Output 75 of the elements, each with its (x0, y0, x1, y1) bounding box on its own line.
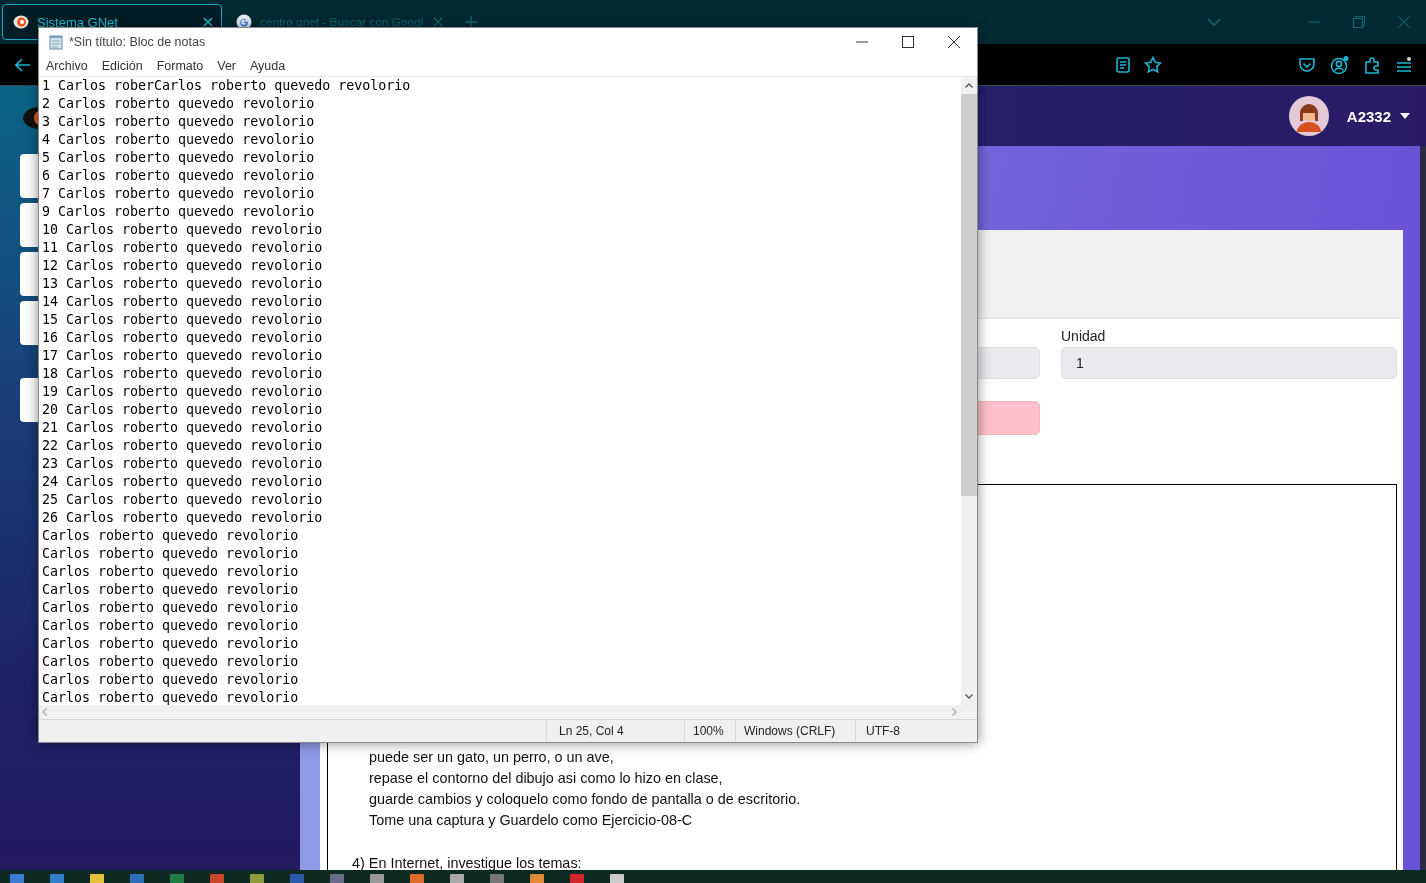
chevron-down-icon[interactable] (1207, 18, 1221, 26)
text-line: 22 Carlos roberto quevedo revolorio (42, 437, 324, 456)
instruction-text: repase el contorno del dibujo asi como lo hizo en clase, (368, 769, 724, 788)
text-line: 5 Carlos roberto quevedo revolorio (42, 149, 316, 168)
scroll-right-icon[interactable] (952, 708, 957, 716)
text-line: 1 Carlos roberCarlos roberto quevedo revolorio (42, 77, 412, 96)
text-line: 12 Carlos roberto quevedo revolorio (42, 257, 324, 276)
text-line: 2 Carlos roberto quevedo revolorio (42, 95, 316, 114)
text-line: Carlos roberto quevedo revolorio (42, 635, 300, 654)
text-line: 19 Carlos roberto quevedo revolorio (42, 383, 324, 402)
text-line: 9 Carlos roberto quevedo revolorio (42, 203, 316, 222)
input-field[interactable]: 1 (1061, 347, 1397, 379)
pocket-icon[interactable] (1298, 56, 1316, 73)
scroll-up-icon[interactable] (965, 83, 973, 89)
text-line: Carlos roberto quevedo revolorio (42, 653, 300, 672)
user-menu[interactable]: A2332 (1346, 107, 1391, 125)
scrollbar[interactable] (1420, 146, 1426, 870)
scrollbar[interactable] (39, 705, 977, 719)
text-line: 7 Carlos roberto quevedo revolorio (42, 185, 316, 204)
text-line: 6 Carlos roberto quevedo revolorio (42, 167, 316, 186)
menu-item[interactable]: Ver (217, 58, 236, 73)
text-line: 21 Carlos roberto quevedo revolorio (42, 419, 324, 438)
close-icon[interactable] (203, 17, 213, 27)
text-line: 15 Carlos roberto quevedo revolorio (42, 311, 324, 330)
close-icon[interactable] (948, 35, 960, 48)
back-arrow-icon[interactable] (15, 57, 31, 72)
puzzle-icon[interactable] (1364, 55, 1382, 74)
text-line: Carlos roberto quevedo revolorio (42, 581, 300, 600)
text-line: 11 Carlos roberto quevedo revolorio (42, 239, 324, 258)
scrollbar[interactable] (961, 77, 977, 706)
scroll-down-icon[interactable] (965, 694, 973, 700)
text-line: Carlos roberto quevedo revolorio (42, 617, 300, 636)
status-text: Ln 25, Col 4 (547, 719, 685, 742)
text-line: Carlos roberto quevedo revolorio (42, 527, 300, 546)
avatar-icon[interactable] (1288, 96, 1329, 136)
text-line: Carlos roberto quevedo revolorio (42, 671, 300, 690)
menu-item[interactable]: Ayuda (250, 58, 286, 73)
maximize-icon[interactable] (902, 35, 914, 48)
text-line: 17 Carlos roberto quevedo revolorio (42, 347, 324, 366)
status-text: Windows (CRLF) (736, 719, 856, 742)
text-line: 14 Carlos roberto quevedo revolorio (42, 293, 324, 312)
text-line: 16 Carlos roberto quevedo revolorio (42, 329, 324, 348)
instruction-text: Tome una captura y Guardelo como Ejercicio-08-C (368, 811, 694, 830)
restore-icon[interactable] (1353, 16, 1365, 28)
reader-view-icon[interactable] (1116, 56, 1130, 73)
text-line: 10 Carlos roberto quevedo revolorio (42, 221, 324, 240)
caret-icon[interactable] (1400, 113, 1410, 119)
scroll-left-icon[interactable] (42, 708, 47, 716)
menu-item[interactable]: Formato (156, 58, 204, 73)
text-line: 26 Carlos roberto quevedo revolorio (42, 509, 324, 528)
star-icon[interactable] (1144, 55, 1162, 74)
text-line: 23 Carlos roberto quevedo revolorio (42, 455, 324, 474)
status-text: UTF-8 (865, 722, 901, 740)
new-tab-icon[interactable] (465, 16, 477, 28)
text-line: 20 Carlos roberto quevedo revolorio (42, 401, 324, 420)
text-line: 18 Carlos roberto quevedo revolorio (42, 365, 324, 384)
text-line: Carlos roberto quevedo revolorio (42, 599, 300, 618)
text-line: 13 Carlos roberto quevedo revolorio (42, 275, 324, 294)
text-line: Carlos roberto quevedo revolorio (42, 545, 300, 564)
notepad-icon (48, 33, 64, 50)
logo-icon (13, 14, 29, 30)
instruction-text: guarde cambios y coloquelo como fondo de pantalla o de escritorio. (368, 790, 802, 809)
text-line: 3 Carlos roberto quevedo revolorio (42, 113, 316, 132)
account-icon[interactable] (1330, 54, 1350, 75)
text-line: 24 Carlos roberto quevedo revolorio (42, 473, 324, 492)
status-text: 100% (685, 719, 736, 742)
text-line: 25 Carlos roberto quevedo revolorio (42, 491, 324, 510)
menu-item[interactable]: Edición (101, 58, 143, 73)
instruction-text: puede ser un gato, un perro, o un ave, (368, 748, 615, 767)
text-line: 4 Carlos roberto quevedo revolorio (42, 131, 316, 150)
menu-item[interactable]: Archivo (46, 58, 88, 73)
text-line: Carlos roberto quevedo revolorio (42, 689, 300, 706)
menu-icon[interactable] (1396, 56, 1412, 73)
text-line: Carlos roberto quevedo revolorio (42, 563, 300, 582)
field-label: Unidad (1061, 328, 1107, 346)
